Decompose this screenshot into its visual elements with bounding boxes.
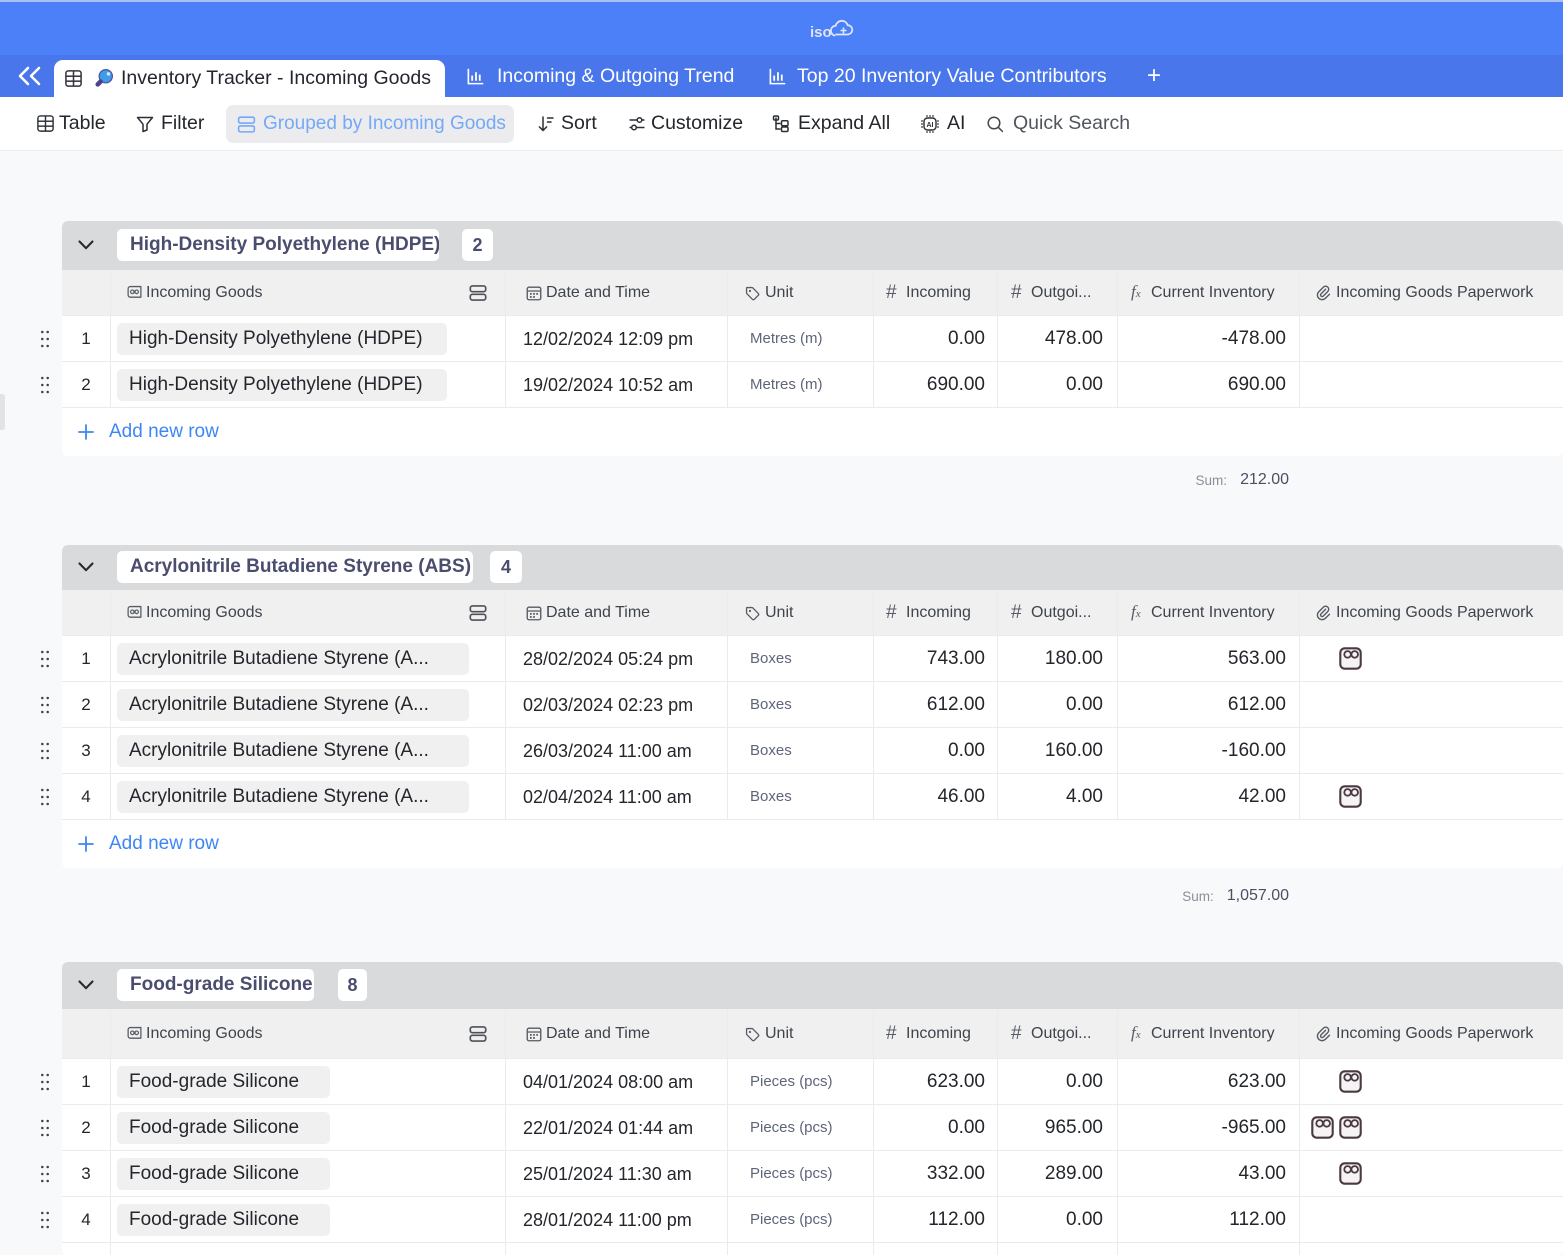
svg-text:AI: AI <box>927 122 934 129</box>
svg-text:iso: iso <box>810 24 832 41</box>
